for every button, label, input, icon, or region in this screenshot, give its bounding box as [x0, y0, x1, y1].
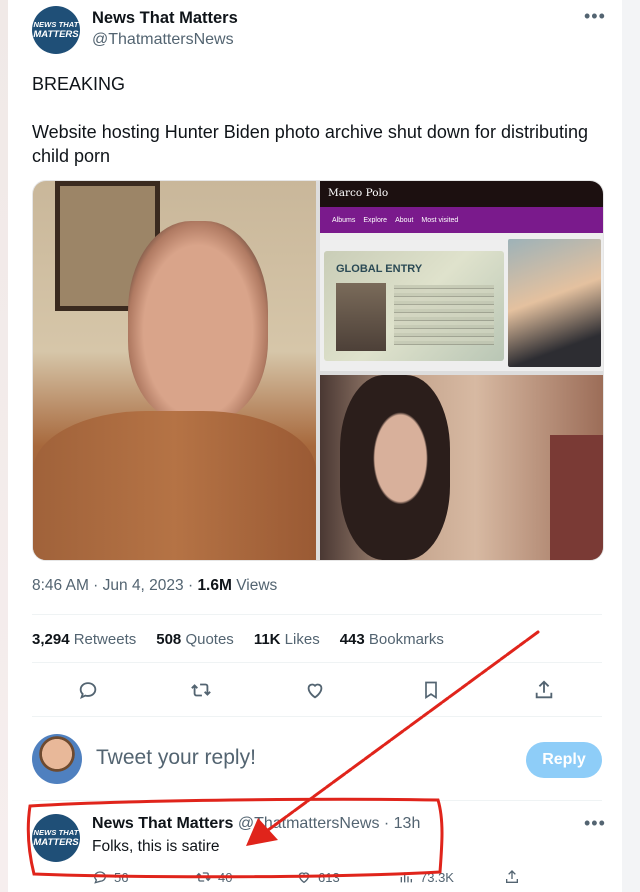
divider-middle — [32, 662, 602, 663]
reply-account-avatar[interactable]: NEWS THAT MATTERS — [32, 814, 80, 862]
user-avatar[interactable] — [32, 734, 82, 784]
tweet-text-breaking: BREAKING — [32, 74, 126, 94]
reply-replies-icon — [93, 871, 107, 884]
more-horizontal-icon[interactable]: ••• — [584, 6, 606, 27]
media-grid[interactable]: Marco Polo Albums Explore About Most vis… — [32, 180, 604, 561]
annotation-circle — [26, 797, 444, 879]
reply-input[interactable]: Tweet your reply! — [96, 746, 256, 770]
site-nav-albums: Albums — [332, 216, 356, 224]
bookmarks-label: Bookmarks — [364, 631, 444, 648]
reply-likes-icon — [298, 872, 310, 884]
retweets-label: Retweets — [69, 631, 137, 648]
id-card-photo — [336, 283, 386, 351]
reply-stat-replies[interactable]: 56 — [92, 869, 128, 885]
reply-icon[interactable] — [74, 676, 102, 704]
stat-likes[interactable]: 11K Likes — [254, 631, 320, 648]
reply-stat-likes[interactable]: 613 — [296, 869, 340, 885]
views-label: Views — [231, 577, 278, 594]
avatar-line-2: MATTERS — [33, 29, 79, 40]
portrait-jacket — [33, 411, 316, 560]
reply-time[interactable]: · 13h — [379, 815, 420, 832]
reply-account-name[interactable]: News That Matters — [92, 815, 233, 832]
reply-text: Folks, this is satire — [92, 838, 220, 855]
stat-retweets[interactable]: 3,294 Retweets — [32, 631, 136, 648]
tweet-timestamp-views: 8:46 AM · Jun 4, 2023 · 1.6M Views — [32, 577, 277, 595]
account-handle[interactable]: @ThatmattersNews — [92, 31, 234, 49]
bookmark-icon[interactable] — [417, 676, 445, 704]
tweet-detail: NEWS THAT MATTERS News That Matters @Tha… — [10, 0, 622, 892]
reply-more-horizontal-icon[interactable]: ••• — [584, 813, 606, 834]
reply-likes-count: 613 — [318, 869, 340, 885]
site-nav: Albums Explore About Most visited — [320, 207, 603, 233]
reply-share-icon[interactable] — [504, 869, 520, 885]
reply-stat-retweets[interactable]: 40 — [195, 869, 232, 885]
id-card-title: GLOBAL ENTRY — [336, 263, 423, 275]
site-header: Marco Polo — [320, 181, 603, 207]
divider-composer — [32, 800, 602, 801]
site-nav-most-visited: Most visited — [421, 216, 459, 224]
reply-retweets-count: 40 — [218, 869, 233, 885]
left-background-strip — [0, 0, 8, 892]
account-name[interactable]: News That Matters — [92, 9, 238, 28]
stat-quotes[interactable]: 508 Quotes — [156, 631, 234, 648]
site-selfie-photo — [508, 239, 601, 367]
site-nav-about: About — [395, 216, 414, 224]
action-bar — [74, 676, 574, 706]
divider-bottom — [32, 716, 602, 717]
media-photo-portrait[interactable] — [33, 181, 316, 560]
retweets-count: 3,294 — [32, 631, 70, 648]
right-background-strip — [622, 0, 640, 892]
engagement-stats: 3,294 Retweets 508 Quotes 11K Likes 443 … — [32, 631, 444, 648]
tweet-time[interactable]: 8:46 AM · Jun 4, 2023 · — [32, 577, 197, 594]
share-icon[interactable] — [530, 676, 558, 704]
couple-hair — [340, 375, 450, 560]
quotes-count: 508 — [156, 631, 182, 648]
reply-account-handle[interactable]: @ThatmattersNews — [238, 815, 380, 832]
portrait-face — [128, 221, 268, 421]
reply-views-count: 73.3K — [420, 869, 454, 885]
reply-header: News That Matters @ThatmattersNews · 13h — [92, 815, 420, 833]
bookmarks-count: 443 — [339, 631, 365, 648]
media-photo-couple[interactable] — [320, 375, 603, 560]
reply-avatar-line-1: NEWS THAT — [33, 827, 79, 837]
account-avatar[interactable]: NEWS THAT MATTERS — [32, 6, 80, 54]
views-count: 1.6M — [197, 577, 232, 594]
couple-sofa — [550, 435, 603, 560]
retweet-icon[interactable] — [187, 676, 215, 704]
id-card: GLOBAL ENTRY — [324, 251, 504, 361]
reply-button[interactable]: Reply — [526, 742, 602, 778]
reply-stat-views[interactable]: 73.3K — [398, 869, 454, 885]
stat-bookmarks[interactable]: 443 Bookmarks — [340, 631, 444, 648]
like-icon[interactable] — [301, 676, 329, 704]
site-name: Marco Polo — [328, 187, 389, 199]
reply-retweets-icon — [196, 872, 211, 882]
tweet-text-headline: Website hosting Hunter Biden photo archi… — [32, 122, 588, 166]
likes-label: Likes — [280, 631, 320, 648]
likes-count: 11K — [253, 631, 281, 648]
site-nav-explore: Explore — [363, 216, 388, 224]
quotes-label: Quotes — [181, 631, 234, 648]
media-website-screenshot[interactable]: Marco Polo Albums Explore About Most vis… — [320, 181, 603, 371]
divider-top — [32, 614, 602, 615]
reply-views-icon — [400, 872, 412, 883]
reply-avatar-line-2: MATTERS — [33, 837, 79, 848]
id-card-lines — [394, 285, 494, 345]
avatar-line-1: NEWS THAT — [33, 19, 79, 29]
reply-replies-count: 56 — [114, 869, 129, 885]
